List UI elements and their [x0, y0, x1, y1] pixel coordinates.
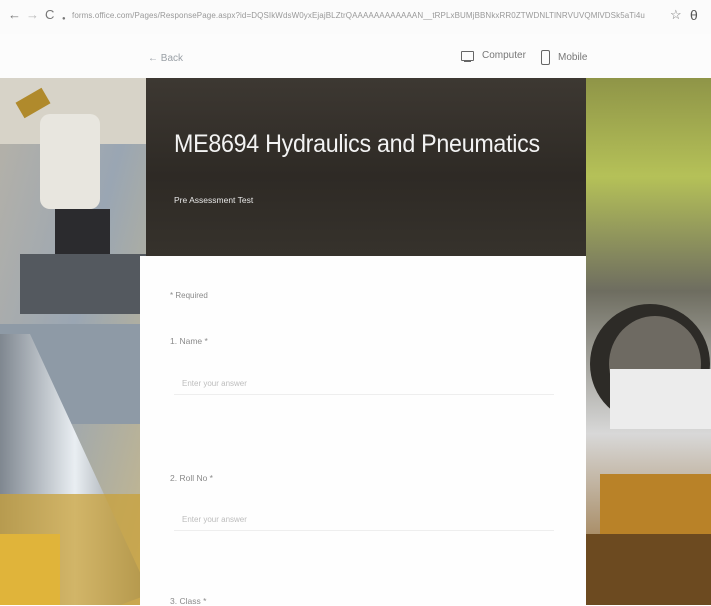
roll-no-answer-input[interactable]: Enter your answer: [174, 509, 554, 531]
phone-icon: [541, 50, 550, 65]
browser-chrome: ← → C ● forms.office.com/Pages/ResponseP…: [0, 0, 711, 34]
bookmark-star-icon[interactable]: ☆: [670, 8, 682, 22]
form-header-banner: ME8694 Hydraulics and Pneumatics Pre Ass…: [146, 78, 586, 256]
name-answer-input[interactable]: Enter your answer: [174, 373, 554, 395]
form-subtitle: Pre Assessment Test: [174, 195, 254, 205]
mobile-view-label: Mobile: [558, 52, 588, 63]
form-body: * Required 1. Name * Enter your answer 2…: [140, 256, 586, 606]
computer-view-button[interactable]: Computer: [461, 50, 526, 62]
mobile-view-button[interactable]: Mobile: [541, 50, 587, 65]
required-note: * Required: [170, 291, 208, 300]
back-arrow-icon[interactable]: ←: [8, 8, 21, 22]
form-title: ME8694 Hydraulics and Pneumatics: [174, 130, 540, 158]
forward-arrow-icon[interactable]: →: [26, 8, 39, 22]
question-label-roll-no: 2. Roll No *: [170, 473, 213, 483]
question-label-name: 1. Name *: [170, 336, 208, 346]
lock-icon: ●: [62, 16, 66, 22]
form-toolbar: ← Back Computer Mobile: [0, 34, 711, 78]
computer-view-label: Computer: [482, 50, 526, 61]
back-link[interactable]: ← Back: [148, 53, 183, 64]
reload-icon[interactable]: C: [45, 8, 54, 22]
address-bar[interactable]: forms.office.com/Pages/ResponsePage.aspx…: [72, 11, 662, 23]
monitor-icon: [461, 50, 474, 62]
account-icon[interactable]: θ: [690, 8, 698, 22]
